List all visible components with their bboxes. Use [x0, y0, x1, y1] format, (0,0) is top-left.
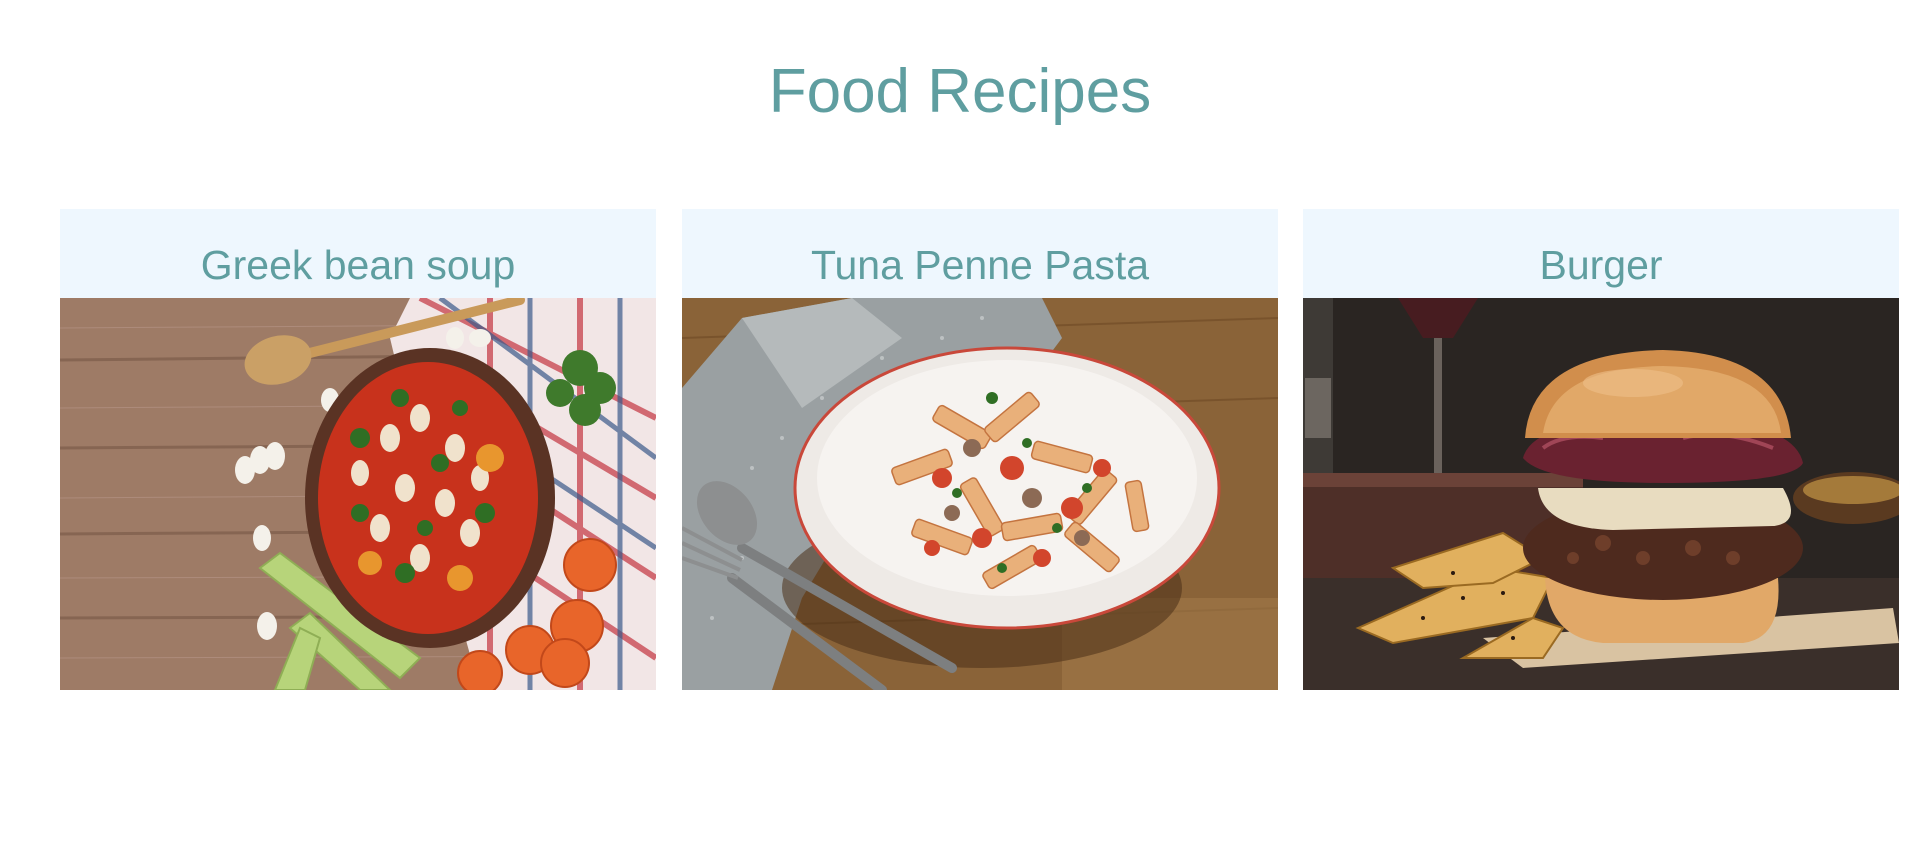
recipe-title[interactable]: Burger: [1303, 209, 1899, 298]
greek-bean-soup-image[interactable]: [60, 298, 656, 690]
recipe-card-greek-bean-soup[interactable]: Greek bean soup: [60, 209, 656, 690]
tuna-penne-pasta-image[interactable]: [682, 298, 1278, 690]
burger-image[interactable]: [1303, 298, 1899, 690]
recipe-title[interactable]: Greek bean soup: [60, 209, 656, 298]
page-title: Food Recipes: [768, 57, 1152, 126]
recipe-card-tuna-penne-pasta[interactable]: Tuna Penne Pasta: [682, 209, 1278, 690]
recipe-card-burger[interactable]: Burger: [1303, 209, 1899, 690]
recipe-title[interactable]: Tuna Penne Pasta: [682, 209, 1278, 298]
